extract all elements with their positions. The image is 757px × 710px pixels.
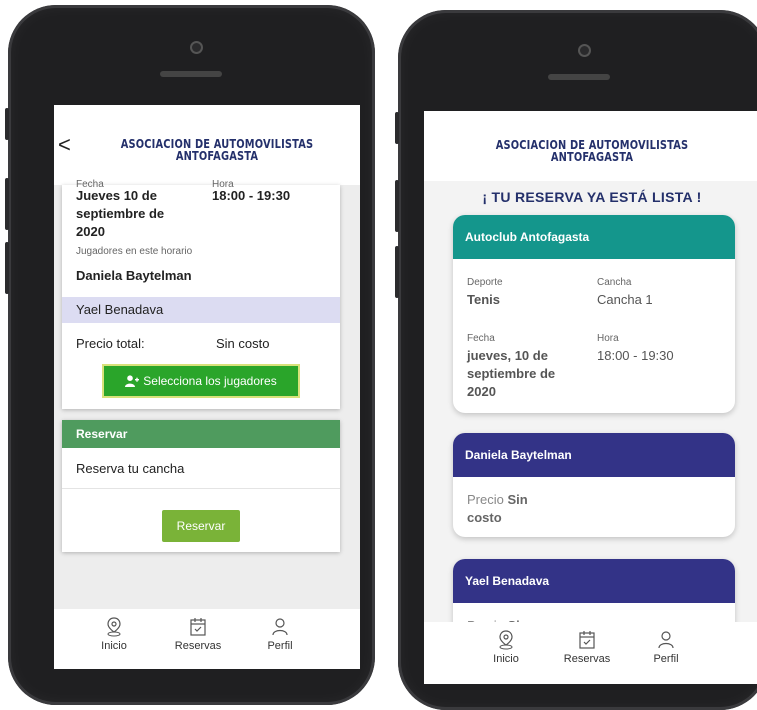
court-label: Cancha (597, 277, 632, 288)
price-total-value: Sin costo (216, 336, 270, 351)
date-value-line3: 2020 (467, 384, 496, 399)
location-pin-icon (107, 617, 121, 637)
nav-label-inicio: Inicio (101, 640, 127, 652)
nav-item-inicio[interactable]: Inicio (476, 630, 536, 665)
date-label: Fecha (467, 333, 495, 344)
user-icon (272, 618, 288, 636)
app-header: ASOCIACION DE AUTOMOVILISTAS ANTOFAGASTA (424, 111, 757, 181)
phone-side-button (5, 108, 9, 140)
bottom-nav: Inicio Reservas Perfil (424, 622, 757, 684)
header-title-line2: ANTOFAGASTA (550, 150, 634, 164)
bottom-nav: Inicio Reservas Perfil (54, 609, 360, 669)
nav-label-perfil: Perfil (267, 640, 293, 652)
reserve-card-header: Reservar (62, 420, 340, 448)
nav-item-reservas[interactable]: Reservas (557, 630, 617, 665)
phone-side-button (5, 178, 9, 230)
time-value: 18:00 - 19:30 (597, 348, 674, 363)
nav-item-perfil[interactable]: Perfil (636, 630, 696, 665)
price-value-part1: Sin (507, 492, 528, 507)
date-value-line2: septiembre de (76, 206, 165, 221)
booking-details-card: Fecha Hora Jueves 10 de septiembre de 20… (62, 179, 340, 409)
date-value-line2: septiembre de (467, 366, 556, 381)
divider (62, 488, 340, 489)
reserve-card-title: Reservar (76, 427, 128, 441)
nav-label-perfil: Perfil (653, 653, 679, 665)
select-players-button[interactable]: Selecciona los jugadores (102, 364, 300, 398)
player-card: Daniela Baytelman Precio Sin costo (453, 433, 735, 537)
time-label: Hora (597, 333, 619, 344)
calendar-check-icon (579, 631, 595, 649)
players-label: Jugadores en este horario (76, 246, 193, 257)
calendar-check-icon (190, 618, 206, 636)
phone-side-button (5, 242, 9, 294)
nav-label-inicio: Inicio (493, 653, 519, 665)
sport-label: Deporte (467, 277, 503, 288)
price-prefix: Precio (467, 492, 504, 507)
nav-label-reservas: Reservas (563, 653, 611, 665)
reserve-card: Reservar Reserva tu cancha Reservar (62, 420, 340, 552)
club-card: Autoclub Antofagasta Deporte Tenis Canch… (453, 215, 735, 413)
camera-icon (578, 44, 591, 57)
location-pin-icon (499, 630, 513, 650)
phone-frame-left: < ASOCIACION DE AUTOMOVILISTAS ANTOFAGAS… (8, 5, 375, 705)
phone-side-button (395, 180, 399, 232)
speaker-grille (548, 74, 610, 80)
back-icon[interactable]: < (58, 134, 71, 156)
date-value-line1: jueves, 10 de (467, 348, 548, 363)
player-row-2: Yael Benadava (62, 297, 340, 323)
phone-frame-right: ASOCIACION DE AUTOMOVILISTAS ANTOFAGASTA… (398, 10, 757, 710)
app-screen-right: ASOCIACION DE AUTOMOVILISTAS ANTOFAGASTA… (424, 111, 757, 684)
club-card-header: Autoclub Antofagasta (453, 215, 735, 259)
phone-side-button (395, 112, 399, 144)
price-value-part2: costo (467, 510, 502, 525)
success-banner: ¡ TU RESERVA YA ESTÁ LISTA ! (482, 189, 702, 205)
court-value: Cancha 1 (597, 292, 653, 307)
speaker-grille (160, 71, 222, 77)
player-card-header: Daniela Baytelman (453, 433, 735, 477)
camera-icon (190, 41, 203, 54)
user-icon (658, 631, 674, 649)
date-value-line1: Jueves 10 de (76, 188, 157, 203)
date-value-line3: 2020 (76, 224, 105, 239)
app-screen-left: < ASOCIACION DE AUTOMOVILISTAS ANTOFAGAS… (54, 105, 360, 669)
nav-item-reservas[interactable]: Reservas (168, 617, 228, 652)
app-header: < ASOCIACION DE AUTOMOVILISTAS ANTOFAGAS… (54, 105, 360, 185)
nav-item-perfil[interactable]: Perfil (250, 617, 310, 652)
player-name-1: Daniela Baytelman (76, 268, 192, 283)
price-total-label: Precio total: (76, 336, 145, 351)
add-user-icon (125, 375, 140, 387)
price-line1: Precio Sin (467, 491, 528, 509)
player-name-2: Yael Benadava (76, 302, 164, 317)
nav-label-reservas: Reservas (174, 640, 222, 652)
reserve-card-text: Reserva tu cancha (76, 461, 185, 476)
time-value: 18:00 - 19:30 (212, 188, 291, 203)
phone-side-button (395, 246, 399, 298)
player-card-header: Yael Benadava (453, 559, 735, 603)
sport-value: Tenis (467, 292, 500, 307)
reserve-button[interactable]: Reservar (162, 510, 240, 542)
nav-item-inicio[interactable]: Inicio (84, 617, 144, 652)
header-title-line2: ANTOFAGASTA (175, 149, 259, 163)
select-players-label: Selecciona los jugadores (143, 374, 277, 388)
